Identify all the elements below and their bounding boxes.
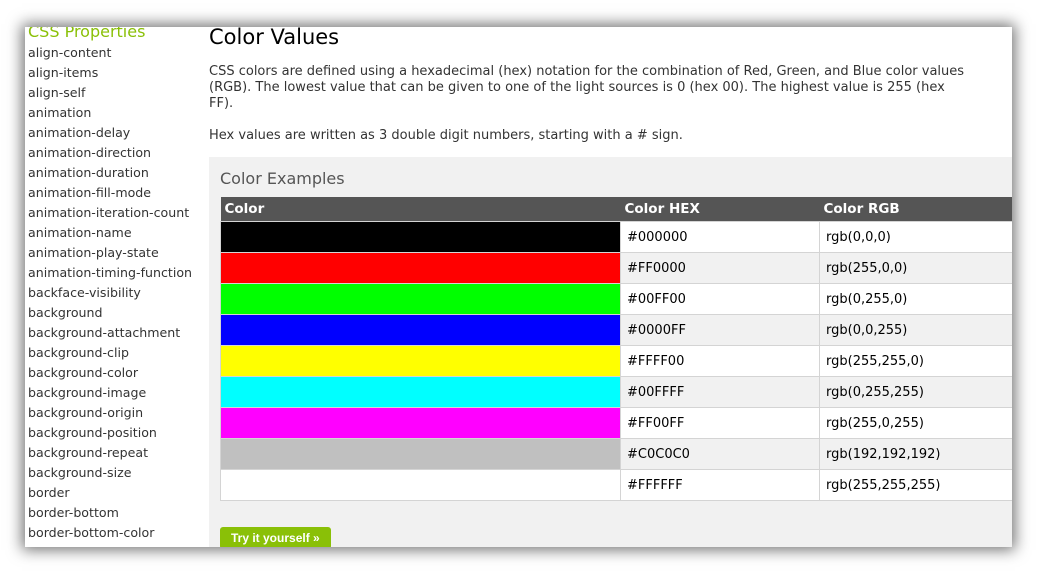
table-row: #FFFFFF rgb(255,255,255) [220, 469, 1012, 501]
sidebar-item-background-repeat[interactable]: background-repeat [28, 443, 192, 463]
sidebar-item-animation-iteration-count[interactable]: animation-iteration-count [28, 203, 192, 223]
color-swatch [220, 407, 621, 439]
rgb-cell: rgb(0,0,255) [819, 314, 1012, 346]
rgb-cell: rgb(255,255,0) [819, 345, 1012, 377]
sidebar-item-align-items[interactable]: align-items [28, 63, 192, 83]
rgb-cell: rgb(0,255,0) [819, 283, 1012, 315]
sidebar-item-border[interactable]: border [28, 483, 192, 503]
hex-cell: #FFFF00 [620, 345, 820, 377]
sidebar-item-background-origin[interactable]: background-origin [28, 403, 192, 423]
color-swatch [220, 376, 621, 408]
sidebar-item-background-color[interactable]: background-color [28, 363, 192, 383]
table-row: #0000FF rgb(0,0,255) [220, 314, 1012, 346]
table-row: #FF00FF rgb(255,0,255) [220, 407, 1012, 439]
rgb-cell: rgb(0,0,0) [819, 221, 1012, 253]
hex-cell: #000000 [620, 221, 820, 253]
hex-cell: #C0C0C0 [620, 438, 820, 470]
hex-cell: #FFFFFF [620, 469, 820, 501]
color-swatch [220, 252, 621, 284]
sidebar-item-align-self[interactable]: align-self [28, 83, 192, 103]
hex-cell: #FF0000 [620, 252, 820, 284]
column-header-rgb: Color RGB [819, 197, 1012, 222]
table-row: #000000 rgb(0,0,0) [220, 221, 1012, 253]
sidebar-item-animation-duration[interactable]: animation-duration [28, 163, 192, 183]
intro-paragraph-line-1: CSS colors are defined using a hexadecim… [209, 64, 965, 79]
sidebar-item-animation-direction[interactable]: animation-direction [28, 143, 192, 163]
sidebar-item-align-content[interactable]: align-content [28, 43, 192, 63]
column-header-color: Color [220, 197, 621, 222]
sidebar-item-backface-visibility[interactable]: backface-visibility [28, 283, 192, 303]
rgb-cell: rgb(0,255,255) [819, 376, 1012, 408]
sidebar-item-background[interactable]: background [28, 303, 192, 323]
column-header-hex: Color HEX [620, 197, 820, 222]
try-it-yourself-button[interactable]: Try it yourself » [220, 527, 331, 547]
rgb-cell: rgb(255,255,255) [819, 469, 1012, 501]
sidebar-title: CSS Properties [28, 27, 146, 41]
hex-paragraph: Hex values are written as 3 double digit… [209, 128, 683, 143]
color-swatch [220, 314, 621, 346]
color-table: Color Color HEX Color RGB #000000 rgb(0,… [220, 197, 1012, 501]
table-row: #C0C0C0 rgb(192,192,192) [220, 438, 1012, 470]
rgb-cell: rgb(255,0,0) [819, 252, 1012, 284]
rgb-cell: rgb(255,0,255) [819, 407, 1012, 439]
sidebar-list: align-content align-items align-self ani… [28, 43, 192, 547]
sidebar-item-animation-name[interactable]: animation-name [28, 223, 192, 243]
hex-cell: #FF00FF [620, 407, 820, 439]
table-row: #FFFF00 rgb(255,255,0) [220, 345, 1012, 377]
sidebar-item-animation-play-state[interactable]: animation-play-state [28, 243, 192, 263]
color-swatch [220, 438, 621, 470]
color-swatch [220, 469, 621, 501]
sidebar-item-border-bottom-left-radius[interactable]: border-bottom-left-radius [28, 543, 192, 547]
sidebar-item-animation[interactable]: animation [28, 103, 192, 123]
sidebar-item-background-position[interactable]: background-position [28, 423, 192, 443]
table-header-row: Color Color HEX Color RGB [220, 197, 1012, 222]
sidebar-item-border-bottom-color[interactable]: border-bottom-color [28, 523, 192, 543]
table-row: #FF0000 rgb(255,0,0) [220, 252, 1012, 284]
sidebar-item-background-clip[interactable]: background-clip [28, 343, 192, 363]
sidebar-item-animation-timing-function[interactable]: animation-timing-function [28, 263, 192, 283]
sidebar-item-background-image[interactable]: background-image [28, 383, 192, 403]
color-examples-box: Color Examples Color Color HEX Color RGB [209, 157, 1012, 547]
color-swatch [220, 283, 621, 315]
sidebar-item-animation-delay[interactable]: animation-delay [28, 123, 192, 143]
intro-paragraph-line-3: FF). [209, 96, 234, 111]
color-swatch [220, 345, 621, 377]
table-row: #00FF00 rgb(0,255,0) [220, 283, 1012, 315]
browser-page: CSS Properties align-content align-items… [25, 27, 1012, 547]
sidebar-item-border-bottom[interactable]: border-bottom [28, 503, 192, 523]
page-title: Color Values [209, 27, 340, 49]
rgb-cell: rgb(192,192,192) [819, 438, 1012, 470]
table-row: #00FFFF rgb(0,255,255) [220, 376, 1012, 408]
sidebar-item-animation-fill-mode[interactable]: animation-fill-mode [28, 183, 192, 203]
sidebar-item-background-size[interactable]: background-size [28, 463, 192, 483]
sidebar-item-background-attachment[interactable]: background-attachment [28, 323, 192, 343]
intro-paragraph-line-2: (RGB). The lowest value that can be give… [209, 80, 945, 95]
color-examples-title: Color Examples [220, 169, 345, 188]
hex-cell: #00FF00 [620, 283, 820, 315]
hex-cell: #00FFFF [620, 376, 820, 408]
color-swatch [220, 221, 621, 253]
hex-cell: #0000FF [620, 314, 820, 346]
